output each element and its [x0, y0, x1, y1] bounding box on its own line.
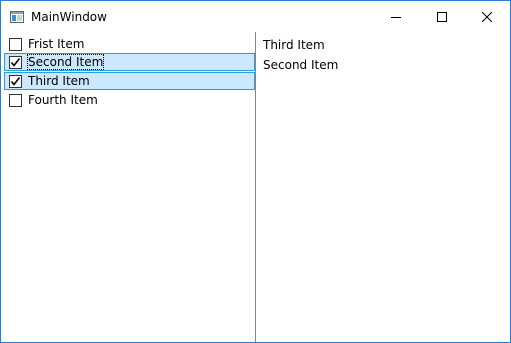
selected-list-item[interactable]: Third Item [263, 38, 325, 52]
close-icon [482, 11, 492, 22]
list-item-label: Fourth Item [28, 93, 98, 107]
minimize-icon [391, 16, 401, 18]
close-button[interactable] [464, 1, 510, 32]
checkmark-icon [10, 58, 21, 67]
minimize-button[interactable] [373, 1, 419, 32]
window-title: MainWindow [31, 10, 107, 24]
title-bar[interactable]: MainWindow [1, 1, 510, 32]
checkbox-checked[interactable] [9, 56, 22, 69]
checkbox-list[interactable]: Frist Item Second Item Third Item Fourth… [1, 32, 256, 342]
list-item-second[interactable]: Second Item [4, 53, 255, 71]
client-area: Frist Item Second Item Third Item Fourth… [1, 32, 510, 342]
checkbox-checked[interactable] [9, 75, 22, 88]
selected-list-item[interactable]: Second Item [263, 58, 338, 72]
checkbox-unchecked[interactable] [9, 38, 22, 51]
checkbox-unchecked[interactable] [9, 94, 22, 107]
list-item-fourth[interactable]: Fourth Item [4, 91, 255, 109]
list-item-label: Second Item [26, 54, 105, 70]
list-item-third[interactable]: Third Item [4, 72, 255, 90]
main-window: MainWindow Frist Item Second Item Third … [0, 0, 511, 343]
maximize-icon [437, 11, 447, 22]
list-item-label: Third Item [28, 74, 90, 88]
maximize-button[interactable] [419, 1, 465, 32]
selected-items-list[interactable]: Third Item Second Item [257, 32, 510, 342]
checkmark-icon [10, 77, 21, 86]
list-item-frist[interactable]: Frist Item [4, 35, 255, 53]
list-item-label: Frist Item [28, 37, 85, 51]
app-window-icon [9, 9, 25, 25]
